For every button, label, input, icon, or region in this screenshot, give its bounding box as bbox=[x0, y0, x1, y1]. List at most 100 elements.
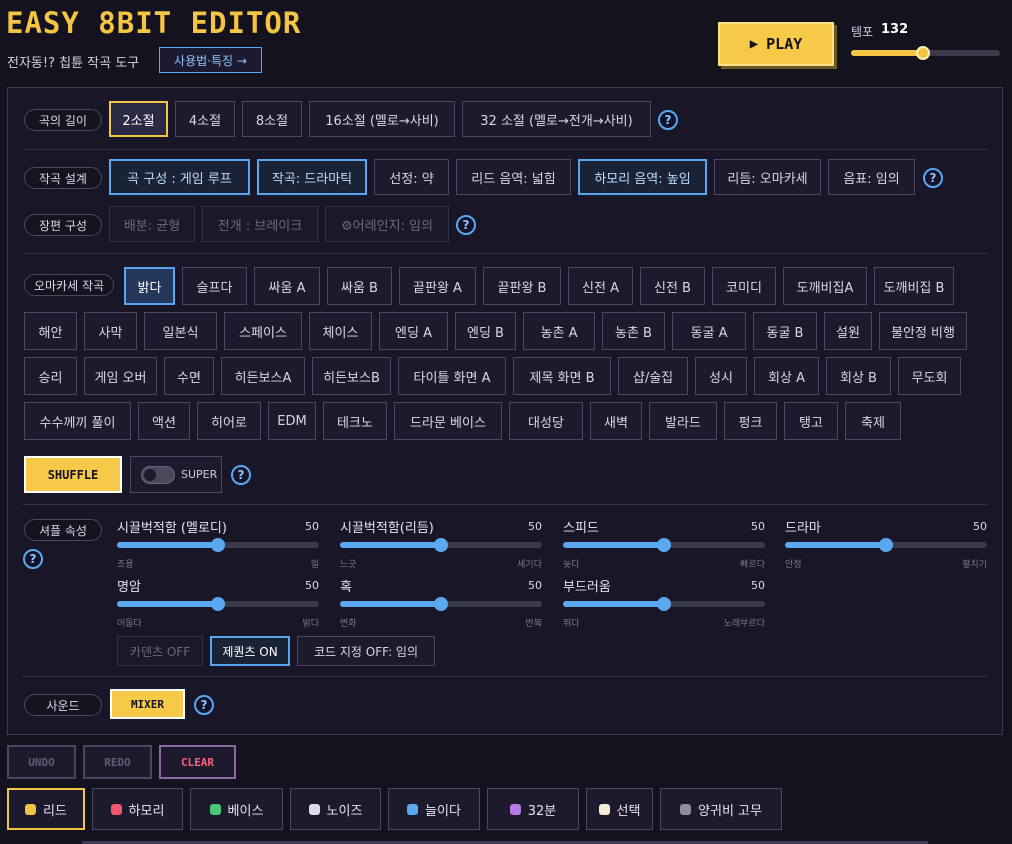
omakase-option[interactable]: 엔딩 B bbox=[455, 312, 516, 350]
omakase-option[interactable]: 스페이스 bbox=[224, 312, 302, 350]
prop-slider-knob[interactable] bbox=[657, 597, 671, 611]
omakase-option[interactable]: 수면 bbox=[164, 357, 214, 395]
omakase-option[interactable]: 싸움 B bbox=[327, 267, 392, 305]
omakase-option[interactable]: 신전 A bbox=[568, 267, 633, 305]
omakase-option[interactable]: 탱고 bbox=[784, 402, 838, 440]
play-button[interactable]: ▶ PLAY bbox=[718, 22, 834, 66]
omakase-option[interactable]: 타이틀 화면 A bbox=[398, 357, 506, 395]
design-intensity[interactable]: 선정: 약 bbox=[374, 159, 449, 195]
omakase-option[interactable]: 회상 A bbox=[754, 357, 819, 395]
omakase-option[interactable]: 도깨비집 B bbox=[874, 267, 954, 305]
undo-button[interactable]: UNDO bbox=[7, 745, 76, 779]
track-tab[interactable]: 베이스 bbox=[190, 788, 283, 830]
omakase-option[interactable]: 게임 오버 bbox=[84, 357, 157, 395]
omakase-option[interactable]: 불안정 비행 bbox=[879, 312, 967, 350]
usage-button[interactable]: 사용법·특징 → bbox=[159, 47, 262, 73]
omakase-option[interactable]: 제목 화면 B bbox=[513, 357, 611, 395]
tempo-slider[interactable] bbox=[851, 46, 1000, 60]
omakase-option[interactable]: 슬프다 bbox=[182, 267, 247, 305]
omakase-option[interactable]: 펑크 bbox=[724, 402, 777, 440]
omakase-option[interactable]: 수수께끼 풀이 bbox=[24, 402, 131, 440]
shuffle-help-icon[interactable]: ? bbox=[231, 465, 251, 485]
sequence-toggle[interactable]: 제퀀츠 ON bbox=[210, 636, 290, 666]
omakase-option[interactable]: 설원 bbox=[824, 312, 872, 350]
omakase-option[interactable]: 일본식 bbox=[144, 312, 217, 350]
track-tab[interactable]: 32분 bbox=[487, 788, 579, 830]
omakase-option[interactable]: 동굴 B bbox=[753, 312, 817, 350]
shuffle-button[interactable]: SHUFFLE bbox=[24, 456, 122, 493]
omakase-option[interactable]: 히든보스B bbox=[312, 357, 391, 395]
prop-slider-knob[interactable] bbox=[879, 538, 893, 552]
prop-slider[interactable] bbox=[785, 538, 987, 552]
prop-slider-knob[interactable] bbox=[657, 538, 671, 552]
omakase-option[interactable]: 샵/술집 bbox=[618, 357, 688, 395]
omakase-option[interactable]: 회상 B bbox=[826, 357, 891, 395]
prop-slider-knob[interactable] bbox=[434, 538, 448, 552]
prop-slider-knob[interactable] bbox=[434, 597, 448, 611]
track-tab[interactable]: 늘이다 bbox=[388, 788, 480, 830]
omakase-option[interactable]: 사막 bbox=[84, 312, 137, 350]
omakase-option[interactable]: 해안 bbox=[24, 312, 77, 350]
prop-slider[interactable] bbox=[117, 597, 319, 611]
prop-slider[interactable] bbox=[563, 597, 765, 611]
prop-slider[interactable] bbox=[340, 597, 542, 611]
omakase-option[interactable]: 코미디 bbox=[712, 267, 776, 305]
omakase-option[interactable]: 농촌 B bbox=[602, 312, 665, 350]
omakase-option[interactable]: 드라문 베이스 bbox=[394, 402, 502, 440]
clear-button[interactable]: CLEAR bbox=[159, 745, 236, 779]
track-tab[interactable]: 선택 bbox=[586, 788, 653, 830]
omakase-option[interactable]: 동굴 A bbox=[672, 312, 746, 350]
omakase-option[interactable]: 밝다 bbox=[124, 267, 175, 305]
track-tab[interactable]: 양귀비 고무 bbox=[660, 788, 782, 830]
omakase-option[interactable]: 새벽 bbox=[590, 402, 642, 440]
omakase-option[interactable]: EDM bbox=[268, 402, 316, 440]
length-option-4[interactable]: 4소절 bbox=[175, 101, 235, 137]
omakase-option[interactable]: 축제 bbox=[845, 402, 901, 440]
length-help-icon[interactable]: ? bbox=[658, 110, 678, 130]
track-tab[interactable]: 리드 bbox=[7, 788, 85, 830]
props-help-icon[interactable]: ? bbox=[23, 549, 43, 569]
cadence-toggle[interactable]: 카덴츠 OFF bbox=[117, 636, 203, 666]
omakase-option[interactable]: 테크노 bbox=[323, 402, 387, 440]
omakase-option[interactable]: 액션 bbox=[138, 402, 190, 440]
omakase-option[interactable]: 체이스 bbox=[309, 312, 372, 350]
omakase-option[interactable]: 도깨비집A bbox=[783, 267, 867, 305]
omakase-option[interactable]: 승리 bbox=[24, 357, 77, 395]
track-tab[interactable]: 노이즈 bbox=[290, 788, 381, 830]
prop-slider-knob[interactable] bbox=[211, 597, 225, 611]
sound-help-icon[interactable]: ? bbox=[194, 695, 214, 715]
design-notes[interactable]: 음표: 임의 bbox=[828, 159, 915, 195]
omakase-option[interactable]: 신전 B bbox=[640, 267, 705, 305]
omakase-option[interactable]: 끝판왕 A bbox=[399, 267, 476, 305]
longform-help-icon[interactable]: ? bbox=[456, 215, 476, 235]
omakase-option[interactable]: 대성당 bbox=[509, 402, 583, 440]
design-rhythm[interactable]: 리듬: 오마카세 bbox=[714, 159, 821, 195]
design-style[interactable]: 작곡: 드라마틱 bbox=[257, 159, 367, 195]
length-option-2[interactable]: 2소절 bbox=[109, 101, 168, 137]
omakase-option[interactable]: 발라드 bbox=[649, 402, 717, 440]
omakase-option[interactable]: 농촌 A bbox=[523, 312, 595, 350]
prop-slider[interactable] bbox=[340, 538, 542, 552]
super-switch[interactable] bbox=[141, 465, 175, 484]
track-tab[interactable]: 하모리 bbox=[92, 788, 183, 830]
omakase-option[interactable]: 성시 bbox=[695, 357, 747, 395]
omakase-option[interactable]: 무도회 bbox=[898, 357, 961, 395]
design-harmony-range[interactable]: 하모리 음역: 높임 bbox=[578, 159, 707, 195]
omakase-option[interactable]: 끝판왕 B bbox=[483, 267, 561, 305]
omakase-option[interactable]: 싸움 A bbox=[254, 267, 320, 305]
length-option-16[interactable]: 16소절 (멜로→사비) bbox=[309, 101, 455, 137]
design-lead-range[interactable]: 리드 음역: 넓힘 bbox=[456, 159, 571, 195]
chord-toggle[interactable]: 코드 지정 OFF: 임의 bbox=[297, 636, 435, 666]
length-option-32[interactable]: 32 소절 (멜로→전개→사비) bbox=[462, 101, 651, 137]
omakase-option[interactable]: 히어로 bbox=[197, 402, 261, 440]
super-toggle[interactable]: SUPER bbox=[130, 456, 222, 493]
omakase-option[interactable]: 히든보스A bbox=[221, 357, 305, 395]
omakase-option[interactable]: 엔딩 A bbox=[379, 312, 448, 350]
prop-slider-knob[interactable] bbox=[211, 538, 225, 552]
tempo-knob[interactable] bbox=[915, 46, 930, 60]
design-help-icon[interactable]: ? bbox=[923, 168, 943, 188]
prop-slider[interactable] bbox=[117, 538, 319, 552]
redo-button[interactable]: REDO bbox=[83, 745, 152, 779]
mixer-button[interactable]: MIXER bbox=[110, 689, 185, 719]
design-structure[interactable]: 곡 구성 : 게임 루프 bbox=[109, 159, 250, 195]
